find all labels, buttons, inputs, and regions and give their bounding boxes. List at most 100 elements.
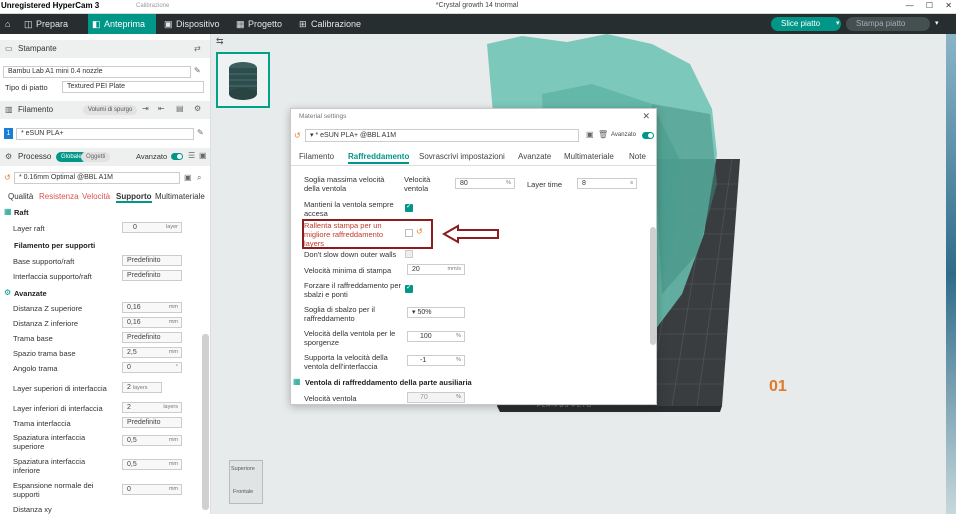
filament-icon: ▥: [5, 105, 13, 114]
filament-slot-badge: 1: [4, 128, 13, 139]
filament-section-header: ▥ Filamento Volumi di spurgo ⇥ ⇤ ▤ ⚙: [0, 101, 210, 119]
tab-raffreddamento[interactable]: Raffreddamento: [348, 152, 410, 164]
reset-icon[interactable]: ↺: [4, 173, 11, 182]
purge-volumes-button[interactable]: Volumi di spurgo: [83, 105, 138, 115]
tab-velocita[interactable]: Velocità: [82, 192, 110, 201]
tab-note[interactable]: Note: [629, 152, 646, 161]
maximize-button[interactable]: ☐: [926, 1, 933, 10]
close-button[interactable]: ✕: [945, 1, 952, 10]
dialog-advanced-toggle[interactable]: [642, 132, 654, 139]
sync-icon[interactable]: ▤: [176, 104, 184, 113]
tab-dispositivo[interactable]: ▣ Dispositivo: [160, 14, 228, 34]
delete-material-icon[interactable]: 🗑: [598, 130, 608, 139]
bottom-interface-spacing-label: Spaziatura interfaccia inferiore: [13, 457, 86, 475]
bottom-interface-spacing-input[interactable]: 0,5 mm: [122, 459, 182, 470]
overhang-threshold-select[interactable]: ▾ 50%: [407, 307, 465, 318]
base-spacing-input[interactable]: 2,5 mm: [122, 347, 182, 358]
filament-select[interactable]: * eSUN PLA+: [16, 128, 194, 140]
add-filament-icon[interactable]: ⇥: [142, 104, 149, 113]
tab-anteprima[interactable]: ◧ Anteprima: [88, 14, 156, 34]
xy-distance-label: Distanza xy: [13, 505, 52, 514]
device-icon: ▣: [164, 19, 173, 29]
objects-toggle[interactable]: Oggetti: [81, 152, 111, 162]
overhang-fan-input[interactable]: 100%: [407, 331, 465, 342]
calibration-icon: ⊞: [299, 19, 307, 29]
compare-icon[interactable]: ▣: [199, 151, 207, 160]
max-fan-threshold-label: Soglia massima velocità della ventola: [304, 175, 385, 193]
top-z-distance-input[interactable]: 0,16 mm: [122, 302, 182, 313]
search-icon[interactable]: ⌕: [197, 173, 201, 183]
edit-filament-icon[interactable]: ✎: [197, 128, 204, 137]
support-base-select[interactable]: Predefinito: [122, 255, 182, 266]
print-plate-button[interactable]: Stampa piatto: [846, 17, 930, 31]
tab-calibrazione[interactable]: ⊞ Calibrazione: [295, 14, 365, 34]
overhang-threshold-label: Soglia di sbalzo per il raffreddamento: [304, 305, 375, 323]
top-interface-spacing-input[interactable]: 0,5 mm: [122, 435, 182, 446]
left-scrollbar[interactable]: [202, 334, 209, 510]
tab-sovrascrivi[interactable]: Sovrascrivi impostazioni: [419, 152, 505, 161]
material-settings-dialog: Material settings ✕ ↺ ▾ * eSUN PLA+ @BBL…: [290, 108, 657, 405]
print-dropdown-icon[interactable]: ▾: [935, 17, 945, 31]
home-button[interactable]: ⌂: [2, 14, 16, 34]
force-cooling-label: Forzare il raffreddamento per sbalzi e p…: [304, 281, 401, 299]
remove-filament-icon[interactable]: ⇤: [158, 104, 165, 113]
base-pattern-label: Trama base: [13, 334, 53, 343]
plate-type-select[interactable]: Textured PEI Plate: [62, 81, 204, 93]
bottom-z-distance-input[interactable]: 0,16 mm: [122, 317, 182, 328]
save-profile-icon[interactable]: ▣: [184, 173, 192, 182]
normal-expansion-input[interactable]: 0 mm: [122, 484, 182, 495]
view-cube[interactable]: Superiore Frontale: [229, 460, 263, 504]
reset-material-icon[interactable]: ↺: [294, 131, 301, 140]
printer-select[interactable]: Bambu Lab A1 mini 0.4 nozzle: [3, 66, 191, 78]
interface-fan-input[interactable]: -1%: [407, 355, 465, 366]
min-speed-input[interactable]: 20 mm/s: [407, 264, 465, 275]
dialog-scrollbar[interactable]: [650, 227, 656, 345]
advanced-label: Avanzato: [136, 152, 168, 161]
base-pattern-select[interactable]: Predefinito: [122, 332, 182, 343]
tab-qualita[interactable]: Qualità: [8, 192, 33, 201]
keep-fan-on-checkbox[interactable]: [405, 202, 413, 212]
tab-filamento[interactable]: Filamento: [299, 152, 334, 161]
recorder-watermark: Unregistered HyperCam 3: [1, 1, 100, 10]
tab-avanzate[interactable]: Avanzate: [518, 152, 551, 161]
normal-expansion-label: Espansione normale dei supporti: [13, 481, 94, 499]
printer-icon: ▭: [5, 44, 13, 53]
top-interface-layers-select[interactable]: 2 layers: [122, 382, 162, 393]
save-material-icon[interactable]: ▣: [586, 130, 594, 139]
tab-resistenza[interactable]: Resistenza: [39, 192, 79, 201]
raft-icon: ▦: [4, 207, 12, 216]
dialog-tab-separator: [291, 165, 656, 166]
force-cooling-checkbox[interactable]: [405, 283, 413, 293]
bottom-interface-layers-label: Layer inferiori di interfaccia: [13, 404, 103, 413]
minimize-button[interactable]: —: [906, 1, 914, 10]
layer-time-input[interactable]: 8s: [577, 178, 637, 189]
max-fan-speed-input[interactable]: 80%: [455, 178, 515, 189]
tab-progetto[interactable]: ▦ Progetto: [232, 14, 292, 34]
process-profile-select[interactable]: * 0.16mm Optimal @BBL A1M: [14, 172, 180, 184]
interface-pattern-select[interactable]: Predefinito: [122, 417, 182, 428]
edit-printer-icon[interactable]: ✎: [194, 66, 201, 75]
bottom-interface-layers-select[interactable]: 2 layers: [122, 402, 182, 413]
support-interface-select[interactable]: Predefinito: [122, 270, 182, 281]
support-interface-label: Interfaccia supporto/raft: [13, 272, 92, 281]
tab-supporto[interactable]: Supporto: [116, 192, 152, 203]
slice-dropdown-icon[interactable]: ▾: [836, 17, 846, 31]
advanced-toggle[interactable]: [171, 153, 183, 160]
tab-prepara[interactable]: ◫ Prepara: [20, 14, 88, 34]
overhang-fan-label: Velocità della ventola per le sporgenze: [304, 329, 396, 347]
dont-slow-outer-checkbox[interactable]: [405, 250, 413, 258]
filament-settings-icon[interactable]: ⚙: [194, 104, 201, 113]
dialog-close-icon[interactable]: ✕: [642, 111, 650, 122]
tab-multimateriale-dlg[interactable]: Multimateriale: [564, 152, 614, 161]
list-icon[interactable]: ☰: [188, 151, 195, 160]
settings-icon[interactable]: ⇄: [194, 44, 201, 53]
tab-multimateriale[interactable]: Multimateriale: [155, 192, 205, 201]
annotation-highlight-box: [302, 219, 433, 249]
material-select[interactable]: ▾ * eSUN PLA+ @BBL A1M: [305, 129, 579, 142]
slice-plate-button[interactable]: Slice piatto: [771, 17, 841, 31]
interface-fan-label: Supporta la velocità della ventola dell'…: [304, 353, 388, 371]
aux-fan-speed-input[interactable]: 70%: [407, 392, 465, 403]
raft-layers-input[interactable]: 0 layer: [122, 222, 182, 233]
pattern-angle-input[interactable]: 0 °: [122, 362, 182, 373]
process-subtabs: Qualità Resistenza Velocità Supporto Mul…: [0, 192, 210, 204]
